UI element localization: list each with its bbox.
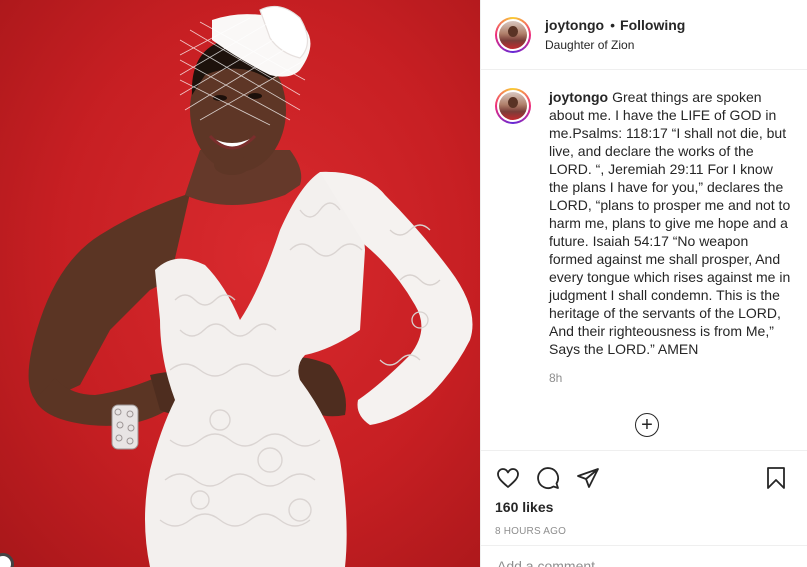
paper-plane-icon[interactable] xyxy=(575,465,601,491)
post-timestamp[interactable]: 8 HOURS AGO xyxy=(495,526,793,537)
post-header: joytongo • Following Daughter of Zion xyxy=(481,0,807,70)
avatar[interactable] xyxy=(495,16,531,53)
actions-area: 160 likes 8 HOURS AGO xyxy=(481,450,807,537)
comment-input[interactable]: Add a comment… xyxy=(481,545,807,567)
caption-text: joytongo Great things are spoken about me… xyxy=(549,88,793,358)
caption-row: joytongo Great things are spoken about me… xyxy=(495,88,793,385)
photo-illustration xyxy=(28,5,473,567)
caption-body-text: Great things are spoken about me. I have… xyxy=(549,89,791,357)
post-photo[interactable] xyxy=(0,0,480,567)
post-details-panel: joytongo • Following Daughter of Zion jo… xyxy=(480,0,807,567)
caption-timestamp[interactable]: 8h xyxy=(549,371,793,385)
action-icons xyxy=(495,451,793,499)
caption-avatar[interactable] xyxy=(495,88,531,124)
separator-dot: • xyxy=(610,17,616,33)
location-subtitle[interactable]: Daughter of Zion xyxy=(545,38,685,52)
like-count[interactable]: 160 likes xyxy=(495,499,793,515)
plus-circle-icon[interactable]: + xyxy=(635,413,659,437)
avatar-image xyxy=(499,20,527,49)
speech-bubble-icon[interactable] xyxy=(535,465,561,491)
header-username[interactable]: joytongo xyxy=(545,17,604,33)
caption-username[interactable]: joytongo xyxy=(549,89,608,105)
comments-section: joytongo Great things are spoken about me… xyxy=(481,70,807,450)
caption-avatar-image xyxy=(499,92,527,120)
heart-icon[interactable] xyxy=(495,465,521,491)
bookmark-icon[interactable] xyxy=(763,465,789,491)
following-button[interactable]: Following xyxy=(620,17,685,33)
